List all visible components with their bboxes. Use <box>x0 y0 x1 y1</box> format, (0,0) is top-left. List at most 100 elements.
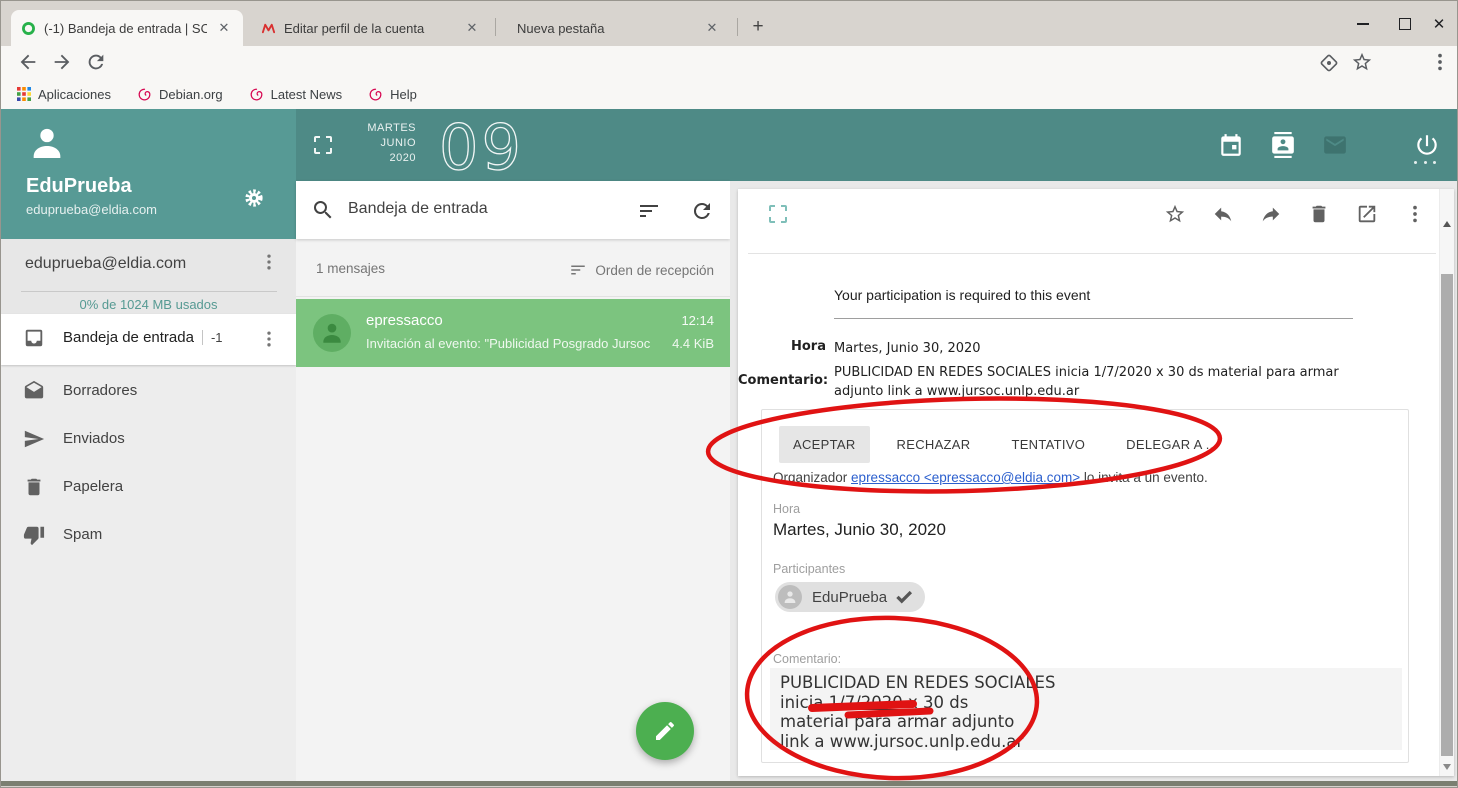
bookmark-help[interactable]: Help <box>368 87 417 102</box>
tab-close-icon[interactable]: ✕ <box>215 19 233 37</box>
browser-window: (-1) Bandeja de entrada | SO ✕ Editar pe… <box>0 0 1458 788</box>
message-size: 4.4 KiB <box>672 336 714 351</box>
date-month: JUNIO <box>346 136 416 151</box>
tab-editar-perfil[interactable]: Editar perfil de la cuenta ✕ <box>251 10 491 46</box>
window-minimize-button[interactable] <box>1349 13 1377 35</box>
sidebar: EduPrueba eduprueba@eldia.com eduprueba@… <box>1 109 296 781</box>
date-weekday: MARTES <box>346 121 416 136</box>
divider <box>21 291 277 292</box>
pencil-icon <box>653 719 677 743</box>
organizer-suffix: lo invita a un evento. <box>1080 470 1208 485</box>
scroll-thumb[interactable] <box>1441 274 1453 756</box>
message-row[interactable]: epressacco 12:14 Invitación al evento: "… <box>296 299 730 367</box>
folder-label: Borradores <box>63 382 137 399</box>
open-in-new-icon[interactable] <box>1356 203 1378 225</box>
folder-menu-icon[interactable] <box>259 328 279 350</box>
participant-avatar <box>778 585 802 609</box>
sort-order-control[interactable]: Orden de recepción <box>569 261 714 279</box>
more-options-icon[interactable] <box>1404 203 1426 225</box>
delegar-button[interactable]: DELEGAR A ... <box>1112 426 1231 463</box>
bookmarks-bar: Aplicaciones Debian.org Latest News Help <box>1 79 1458 110</box>
new-tab-button[interactable]: + <box>745 14 771 40</box>
tab-close-icon[interactable]: ✕ <box>703 19 721 37</box>
account-menu-icon[interactable] <box>259 251 279 273</box>
participation-note: Your participation is required to this e… <box>834 287 1090 303</box>
tab-title: (-1) Bandeja de entrada | SO <box>44 21 207 36</box>
organizer-line: Organizador epressacco <epressacco@eldia… <box>773 470 1208 485</box>
back-icon[interactable] <box>17 51 39 73</box>
sort-order-icon <box>569 261 587 279</box>
tab-inbox[interactable]: (-1) Bandeja de entrada | SO ✕ <box>11 10 243 46</box>
divider <box>748 253 1436 254</box>
rechazar-button[interactable]: RECHAZAR <box>883 426 985 463</box>
scrollbar[interactable] <box>1439 189 1454 776</box>
sidebar-item-spam[interactable]: Spam <box>1 511 296 559</box>
gear-icon[interactable] <box>243 187 265 209</box>
sidebar-item-enviados[interactable]: Enviados <box>1 415 296 463</box>
browser-menu-icon[interactable] <box>1429 51 1451 73</box>
compose-button[interactable] <box>636 702 694 760</box>
refresh-icon[interactable] <box>690 199 714 223</box>
participant-name: EduPrueba <box>812 589 887 606</box>
account-email: eduprueba@eldia.com <box>25 255 186 273</box>
window-close-button[interactable]: ✕ <box>1425 13 1453 35</box>
bookmark-latest-news[interactable]: Latest News <box>249 87 343 102</box>
bookmark-aplicaciones[interactable]: Aplicaciones <box>17 87 111 102</box>
sidebar-item-inbox[interactable]: Bandeja de entrada-1 <box>1 314 296 365</box>
fullscreen-icon[interactable] <box>311 133 335 157</box>
tab-nueva-pestana[interactable]: Nueva pestaña ✕ <box>499 10 731 46</box>
scroll-down-arrow[interactable] <box>1443 764 1451 770</box>
comment-line-2: inicia 1/7/2020 x 30 ds <box>780 693 1392 713</box>
folder-title: Bandeja de entrada <box>348 200 488 218</box>
user-icon <box>27 123 67 163</box>
sogo-app: EduPrueba eduprueba@eldia.com eduprueba@… <box>1 109 1458 781</box>
sort-icon[interactable] <box>637 199 661 223</box>
calendar-icon[interactable] <box>1218 132 1244 158</box>
trash-icon <box>23 476 45 498</box>
unread-count: -1 <box>202 330 223 345</box>
forward-icon[interactable] <box>51 51 73 73</box>
bookmark-label: Help <box>390 87 417 102</box>
search-icon[interactable] <box>311 198 335 222</box>
organizer-link[interactable]: epressacco <epressacco@eldia.com> <box>851 470 1080 485</box>
date-year: 2020 <box>346 151 416 166</box>
search-bar[interactable]: Bandeja de entrada <box>296 181 730 239</box>
hora-label: Hora <box>738 339 826 354</box>
delete-icon[interactable] <box>1308 203 1330 225</box>
sidebar-item-papelera[interactable]: Papelera <box>1 463 296 511</box>
star-icon[interactable] <box>1164 203 1186 225</box>
window-maximize-button[interactable] <box>1391 13 1419 35</box>
tab-close-icon[interactable]: ✕ <box>463 19 481 37</box>
reply-icon[interactable] <box>1212 203 1234 225</box>
aceptar-button[interactable]: ACEPTAR <box>779 426 870 463</box>
comment-line-4: link a www.jursoc.unlp.edu.ar <box>780 732 1392 752</box>
message-list-column: Bandeja de entrada 1 mensajes Orden de r… <box>296 181 730 781</box>
participant-chip: EduPrueba <box>775 582 925 612</box>
extension-eye-icon[interactable] <box>1319 53 1339 73</box>
scroll-up-arrow[interactable] <box>1443 221 1451 227</box>
sidebar-item-borradores[interactable]: Borradores <box>1 367 296 415</box>
mail-icon[interactable] <box>1322 132 1348 158</box>
apps-grid-icon <box>17 87 31 101</box>
contacts-icon[interactable] <box>1270 132 1296 158</box>
check-icon <box>895 588 913 606</box>
forward-icon[interactable] <box>1260 203 1282 225</box>
tentativo-button[interactable]: TENTATIVO <box>997 426 1099 463</box>
date-day-number: 09 <box>431 111 541 181</box>
tab-separator <box>495 18 496 36</box>
power-icon[interactable] <box>1414 132 1440 158</box>
message-card: Your participation is required to this e… <box>738 189 1454 776</box>
folder-label: Enviados <box>63 430 125 447</box>
reload-icon[interactable] <box>85 51 107 73</box>
expand-message-icon[interactable] <box>766 202 790 226</box>
invitation-card: ACEPTAR RECHAZAR TENTATIVO DELEGAR A ...… <box>761 409 1409 763</box>
top-teal-bar: MARTES JUNIO 2020 09 <box>296 109 1458 181</box>
folder-label: Spam <box>63 526 102 543</box>
bookmark-debian[interactable]: Debian.org <box>137 87 223 102</box>
tab-title: Nueva pestaña <box>517 21 695 36</box>
power-dots <box>1414 161 1436 164</box>
bookmark-star-icon[interactable] <box>1351 51 1373 73</box>
comentario-label: Comentario: <box>738 373 826 388</box>
date-block: MARTES JUNIO 2020 <box>346 121 416 166</box>
comment-box: PUBLICIDAD EN REDES SOCIALES inicia 1/7/… <box>770 668 1402 750</box>
